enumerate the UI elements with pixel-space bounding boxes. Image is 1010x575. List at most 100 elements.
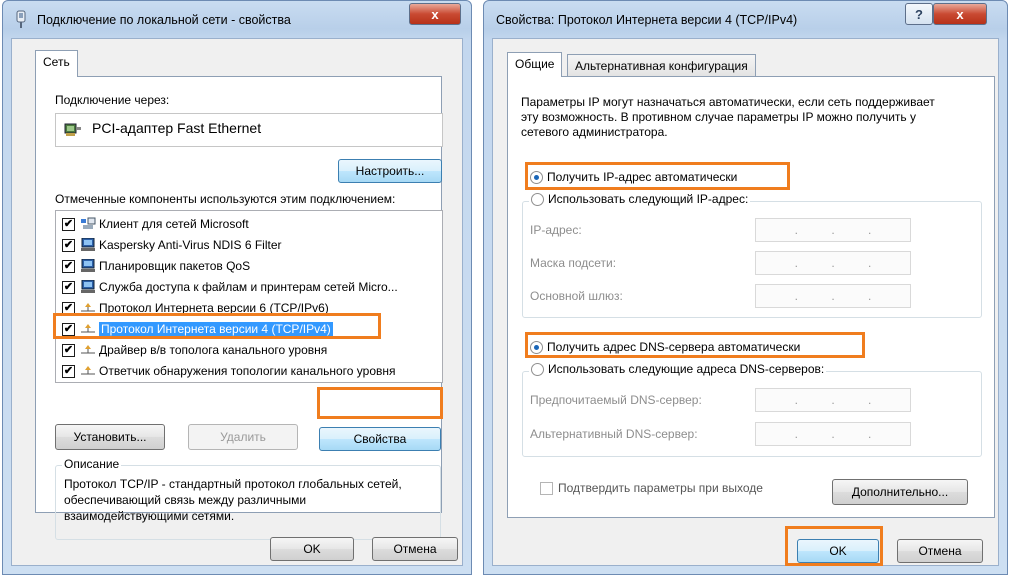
right-ok-button[interactable]: OK: [797, 539, 879, 563]
close-icon: x: [956, 6, 964, 22]
advanced-button-label: Дополнительно...: [851, 485, 949, 499]
right-close-button[interactable]: x: [933, 3, 987, 25]
components-list[interactable]: ✔ Клиент для сетей Microsoft ✔ Kaspersky…: [55, 210, 443, 383]
configure-button-label: Настроить...: [355, 164, 425, 178]
checkbox-checked-icon[interactable]: ✔: [62, 364, 75, 378]
subnet-mask-input[interactable]: ...: [755, 251, 911, 275]
components-label: Отмеченные компоненты используются этим …: [55, 192, 396, 206]
right-cancel-label: Отмена: [918, 544, 962, 558]
checkbox-checked-icon[interactable]: ✔: [62, 238, 75, 252]
protocol-icon: [80, 343, 96, 357]
description-group: Описание Протокол TCP/IP - стандартный п…: [55, 457, 441, 540]
validate-label: Подтвердить параметры при выходе: [558, 481, 763, 495]
preferred-dns-label: Предпочитаемый DNS-сервер:: [530, 393, 702, 407]
ip-dot: .: [867, 256, 872, 270]
component-label: Драйвер в/в тополога канального уровня: [99, 343, 328, 357]
protocol-icon: [80, 322, 96, 336]
dns-manual-radio[interactable]: Использовать следующие адреса DNS-сервер…: [529, 362, 827, 377]
right-title-bar[interactable]: Свойства: Протокол Интернета версии 4 (T…: [484, 1, 1007, 37]
ip-dot: .: [831, 256, 835, 270]
ip-dot: .: [867, 393, 872, 407]
component-item-ipv4[interactable]: ✔ Протокол Интернета версии 4 (TCP/IPv4): [62, 319, 333, 339]
right-ok-label: OK: [829, 544, 847, 558]
ip-dot: .: [794, 427, 798, 441]
left-ok-button[interactable]: OK: [270, 537, 354, 561]
validate-checkbox[interactable]: Подтвердить параметры при выходе: [540, 481, 763, 496]
checkbox-unchecked-icon[interactable]: [540, 482, 553, 496]
ip-address-input[interactable]: ...: [755, 218, 911, 242]
install-button[interactable]: Установить...: [55, 424, 165, 450]
adapter-box: PCI-адаптер Fast Ethernet: [55, 113, 443, 147]
component-item-lltd-driver[interactable]: ✔ Драйвер в/в тополога канального уровня: [62, 340, 327, 360]
connect-via-label: Подключение через:: [55, 93, 170, 107]
left-cancel-button[interactable]: Отмена: [372, 537, 458, 561]
checkbox-checked-icon[interactable]: ✔: [62, 322, 75, 336]
radio-selected-icon[interactable]: [530, 171, 543, 185]
checkbox-checked-icon[interactable]: ✔: [62, 343, 75, 357]
component-label: Служба доступа к файлам и принтерам сете…: [99, 280, 398, 294]
dns-auto-radio[interactable]: Получить адрес DNS-сервера автоматически: [530, 340, 800, 355]
component-item-file-sharing[interactable]: ✔ Служба доступа к файлам и принтерам се…: [62, 277, 398, 297]
checkbox-checked-icon[interactable]: ✔: [62, 280, 75, 294]
advanced-button[interactable]: Дополнительно...: [832, 479, 968, 505]
ip-address-label: IP-адрес:: [530, 223, 582, 237]
properties-button-label: Свойства: [353, 432, 407, 446]
description-text: Протокол TCP/IP - стандартный протокол г…: [64, 477, 402, 523]
tab-network-label: Сеть: [43, 55, 70, 69]
tab-alternate-config[interactable]: Альтернативная конфигурация: [567, 54, 756, 76]
component-label: Kaspersky Anti-Virus NDIS 6 Filter: [99, 238, 282, 252]
radio-unselected-icon[interactable]: [531, 363, 544, 377]
remove-button[interactable]: Удалить: [188, 424, 298, 450]
component-label: Протокол Интернета версии 6 (TCP/IPv6): [99, 301, 329, 315]
checkbox-checked-icon[interactable]: ✔: [62, 259, 75, 273]
component-item-ms-client[interactable]: ✔ Клиент для сетей Microsoft: [62, 214, 249, 234]
ip-dot: .: [794, 393, 798, 407]
ip-auto-radio[interactable]: Получить IP-адрес автоматически: [530, 170, 737, 185]
ip-dot: .: [831, 393, 835, 407]
component-item-kaspersky[interactable]: ✔ Kaspersky Anti-Virus NDIS 6 Filter: [62, 235, 282, 255]
left-title-bar[interactable]: Подключение по локальной сети - свойства…: [3, 1, 471, 37]
ip-manual-label: Использовать следующий IP-адрес:: [548, 192, 749, 206]
network-tab-panel: Подключение через: PCI-адаптер Fast Ethe…: [35, 76, 443, 540]
gateway-input[interactable]: ...: [755, 284, 911, 308]
ip-manual-group: Использовать следующий IP-адрес: IP-адре…: [522, 192, 982, 318]
tab-network[interactable]: Сеть: [35, 50, 78, 77]
ip-dot: .: [867, 289, 872, 303]
ip-manual-radio[interactable]: Использовать следующий IP-адрес:: [529, 192, 751, 207]
computer-icon: [80, 258, 96, 273]
configure-button[interactable]: Настроить...: [338, 159, 442, 183]
left-close-button[interactable]: x: [409, 3, 461, 25]
close-icon: x: [431, 6, 439, 22]
ip-dot: .: [794, 256, 798, 270]
checkbox-checked-icon[interactable]: ✔: [62, 217, 75, 231]
ip-dot: .: [831, 223, 835, 237]
right-window-title: Свойства: Протокол Интернета версии 4 (T…: [496, 13, 798, 27]
tab-general[interactable]: Общие: [507, 52, 563, 77]
radio-unselected-icon[interactable]: [531, 193, 544, 207]
preferred-dns-input[interactable]: ...: [755, 388, 911, 412]
left-ok-label: OK: [303, 542, 321, 556]
component-item-qos[interactable]: ✔ Планировщик пакетов QoS: [62, 256, 250, 276]
network-card-icon: [64, 122, 82, 141]
protocol-icon: [80, 364, 96, 378]
general-tab-panel: Параметры IP могут назначаться автоматич…: [507, 76, 995, 518]
right-cancel-button[interactable]: Отмена: [897, 539, 983, 563]
help-button[interactable]: ?: [905, 3, 933, 25]
ipv4-properties-window: Свойства: Протокол Интернета версии 4 (T…: [483, 0, 1008, 575]
computer-icon: [80, 237, 96, 252]
component-label: Клиент для сетей Microsoft: [99, 217, 249, 231]
help-icon: ?: [915, 6, 923, 22]
intro-text: Параметры IP могут назначаться автоматич…: [521, 95, 935, 139]
left-dialog-body: Сеть Подключение через: PCI-адаптер Fast…: [11, 38, 463, 566]
component-item-lltd-responder[interactable]: ✔ Ответчик обнаружения топологии канальн…: [62, 361, 396, 381]
tab-alternate-label: Альтернативная конфигурация: [575, 59, 748, 73]
component-item-ipv6[interactable]: ✔ Протокол Интернета версии 6 (TCP/IPv6): [62, 298, 329, 318]
properties-button[interactable]: Свойства: [319, 427, 441, 451]
alternate-dns-input[interactable]: ...: [755, 422, 911, 446]
tab-general-label: Общие: [515, 57, 555, 71]
radio-selected-icon[interactable]: [530, 341, 543, 355]
checkbox-checked-icon[interactable]: ✔: [62, 301, 75, 315]
description-label: Описание: [62, 457, 122, 471]
ip-dot: .: [867, 223, 872, 237]
ip-dot: .: [831, 289, 835, 303]
